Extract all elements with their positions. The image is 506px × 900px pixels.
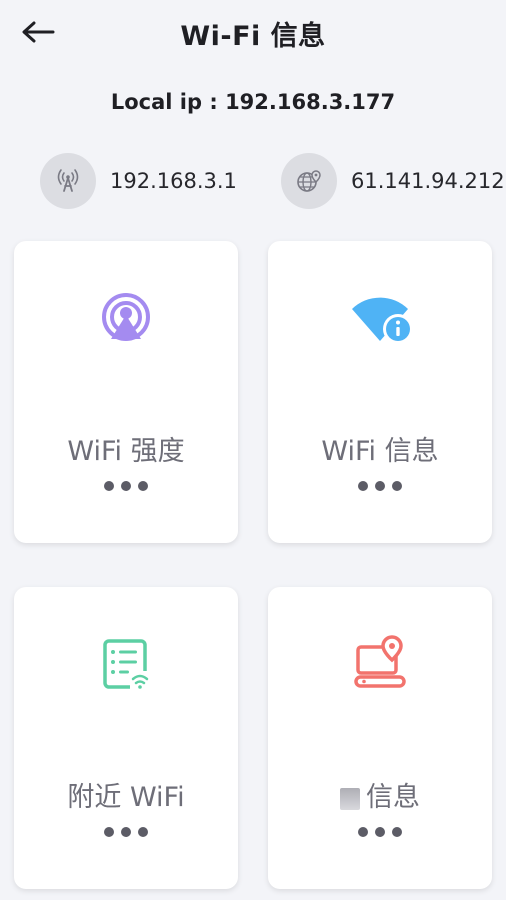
wifi-list-icon bbox=[103, 639, 150, 691]
wifi-info-icon bbox=[352, 297, 413, 344]
gateway-icon-circle bbox=[40, 153, 96, 209]
card-label: WiFi 信息 bbox=[321, 436, 439, 467]
gateway-info: 192.168.3.1 bbox=[40, 152, 237, 210]
more-dots-icon bbox=[268, 827, 492, 837]
page-title: Wi-Fi 信息 bbox=[180, 21, 326, 52]
signal-broadcast-icon bbox=[102, 293, 150, 341]
more-dots-icon bbox=[14, 827, 238, 837]
header-bar: Wi-Fi 信息 bbox=[0, 0, 506, 64]
card-label: 附近 WiFi bbox=[67, 782, 185, 813]
public-ip: 61.141.94.212 bbox=[351, 169, 505, 193]
obscured-text bbox=[340, 787, 360, 810]
antenna-icon bbox=[57, 169, 79, 192]
public-ip-icon-circle bbox=[281, 153, 337, 209]
card-wifi-strength[interactable]: WiFi 强度 bbox=[14, 241, 238, 543]
card-wifi-info[interactable]: WiFi 信息 bbox=[268, 241, 492, 543]
card-label: WiFi 强度 bbox=[67, 436, 185, 467]
card-nearby-wifi[interactable]: 附近 WiFi bbox=[14, 587, 238, 889]
public-ip-info: 61.141.94.212 bbox=[281, 152, 505, 210]
gateway-ip: 192.168.3.1 bbox=[110, 169, 237, 193]
globe-pin-icon bbox=[297, 170, 321, 192]
card-label-text: 信息 bbox=[366, 782, 420, 813]
device-location-icon bbox=[354, 635, 406, 688]
more-dots-icon bbox=[268, 481, 492, 491]
card-device-info[interactable]: 信息 bbox=[268, 587, 492, 889]
more-dots-icon bbox=[14, 481, 238, 491]
card-label: 信息 bbox=[268, 775, 492, 814]
local-ip-text: Local ip : 192.168.3.177 bbox=[110, 90, 396, 114]
